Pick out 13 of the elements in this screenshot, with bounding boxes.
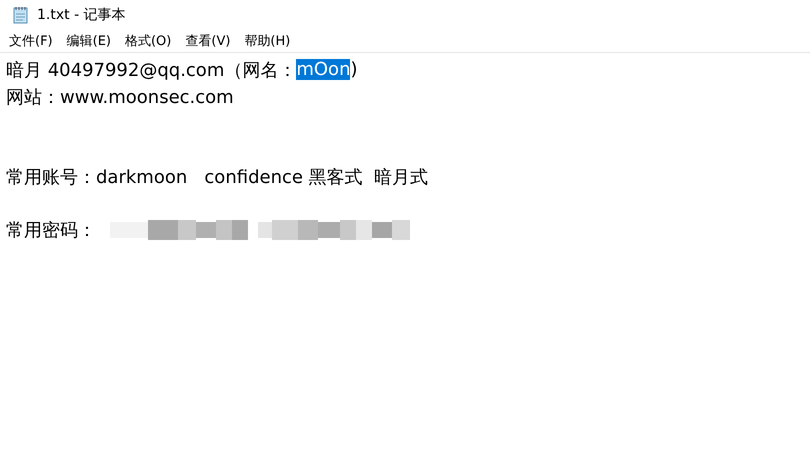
- text-line: 常用账号：darkmoon confidence 黑客式 暗月式: [6, 166, 428, 189]
- menu-item[interactable]: 编辑(E): [66, 32, 111, 50]
- text-line: ): [350, 59, 358, 80]
- menu-item[interactable]: 格式(O): [124, 32, 172, 50]
- menu-item[interactable]: 查看(V): [185, 32, 230, 50]
- text-line: 常用密码：: [6, 219, 96, 242]
- menu-item[interactable]: 帮助(H): [244, 32, 290, 50]
- text-line: 暗月 40497992@qq.com（网名：: [6, 58, 296, 82]
- menu-item[interactable]: 文件(F): [9, 32, 53, 50]
- text-line: 网站：www.moonsec.com: [6, 86, 234, 110]
- text-editor[interactable]: 暗月 40497992@qq.com（网名：mOon) 网站：www.moonsec.com 常用账号：darkmoon confidence 黑客式 暗月式 常用密码：: [0, 53, 810, 466]
- notepad-icon: [13, 6, 29, 24]
- window-title: 1.txt - 记事本: [37, 6, 126, 24]
